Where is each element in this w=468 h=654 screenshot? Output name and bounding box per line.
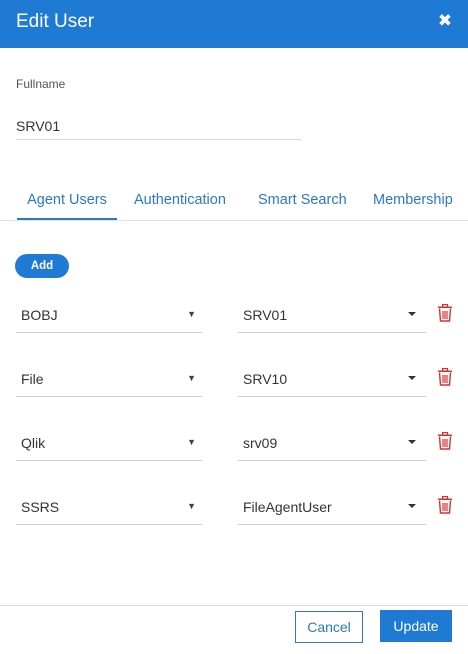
agent-user-value: FileAgentUser bbox=[243, 499, 332, 515]
agent-type-value: BOBJ bbox=[21, 307, 58, 323]
tab-agent-users[interactable]: Agent Users bbox=[17, 180, 117, 220]
tab-smart-search[interactable]: Smart Search bbox=[258, 180, 347, 220]
agent-user-value: srv09 bbox=[243, 435, 278, 451]
agent-type-select[interactable]: Qlik ▼ bbox=[16, 425, 202, 461]
trash-icon[interactable] bbox=[437, 304, 453, 322]
update-button[interactable]: Update bbox=[380, 610, 452, 642]
dialog-title: Edit User bbox=[16, 11, 95, 32]
tab-authentication[interactable]: Authentication bbox=[134, 180, 226, 220]
dropdown-arrow-icon: ▼ bbox=[187, 373, 196, 383]
trash-icon[interactable] bbox=[437, 432, 453, 450]
dialog-footer: Cancel Update bbox=[0, 605, 468, 654]
caret-down-icon bbox=[408, 440, 416, 444]
agent-type-select[interactable]: BOBJ ▼ bbox=[16, 297, 202, 333]
caret-down-icon bbox=[408, 376, 416, 380]
agent-user-select[interactable]: SRV10 bbox=[238, 361, 426, 397]
trash-icon[interactable] bbox=[437, 368, 453, 386]
cancel-button[interactable]: Cancel bbox=[295, 611, 363, 643]
caret-down-icon bbox=[408, 312, 416, 316]
agent-user-row: Qlik ▼ srv09 bbox=[0, 425, 468, 465]
agent-user-select[interactable]: SRV01 bbox=[238, 297, 426, 333]
add-agent-user-button[interactable]: Add bbox=[15, 254, 69, 278]
tab-bar: Agent Users Authentication Smart Search … bbox=[0, 180, 468, 221]
agent-user-value: SRV01 bbox=[243, 307, 288, 323]
agent-user-select[interactable]: FileAgentUser bbox=[238, 489, 426, 525]
fullname-input[interactable] bbox=[16, 112, 301, 140]
agent-user-select[interactable]: srv09 bbox=[238, 425, 426, 461]
tab-membership[interactable]: Membership bbox=[373, 180, 453, 220]
dropdown-arrow-icon: ▼ bbox=[187, 437, 196, 447]
agent-user-row: File ▼ SRV10 bbox=[0, 361, 468, 401]
agent-user-row: BOBJ ▼ SRV01 bbox=[0, 297, 468, 337]
fullname-label: Fullname bbox=[16, 77, 66, 91]
agent-type-value: SSRS bbox=[21, 499, 60, 515]
dialog-header: Edit User ✖ bbox=[0, 0, 468, 48]
dropdown-arrow-icon: ▼ bbox=[187, 309, 196, 319]
agent-user-value: SRV10 bbox=[243, 371, 288, 387]
agent-type-value: File bbox=[21, 371, 44, 387]
agent-user-row: SSRS ▼ FileAgentUser bbox=[0, 489, 468, 529]
close-icon[interactable]: ✖ bbox=[436, 11, 454, 30]
agent-type-select[interactable]: SSRS ▼ bbox=[16, 489, 202, 525]
agent-type-select[interactable]: File ▼ bbox=[16, 361, 202, 397]
agent-type-value: Qlik bbox=[21, 435, 46, 451]
trash-icon[interactable] bbox=[437, 496, 453, 514]
dropdown-arrow-icon: ▼ bbox=[187, 501, 196, 511]
caret-down-icon bbox=[408, 504, 416, 508]
